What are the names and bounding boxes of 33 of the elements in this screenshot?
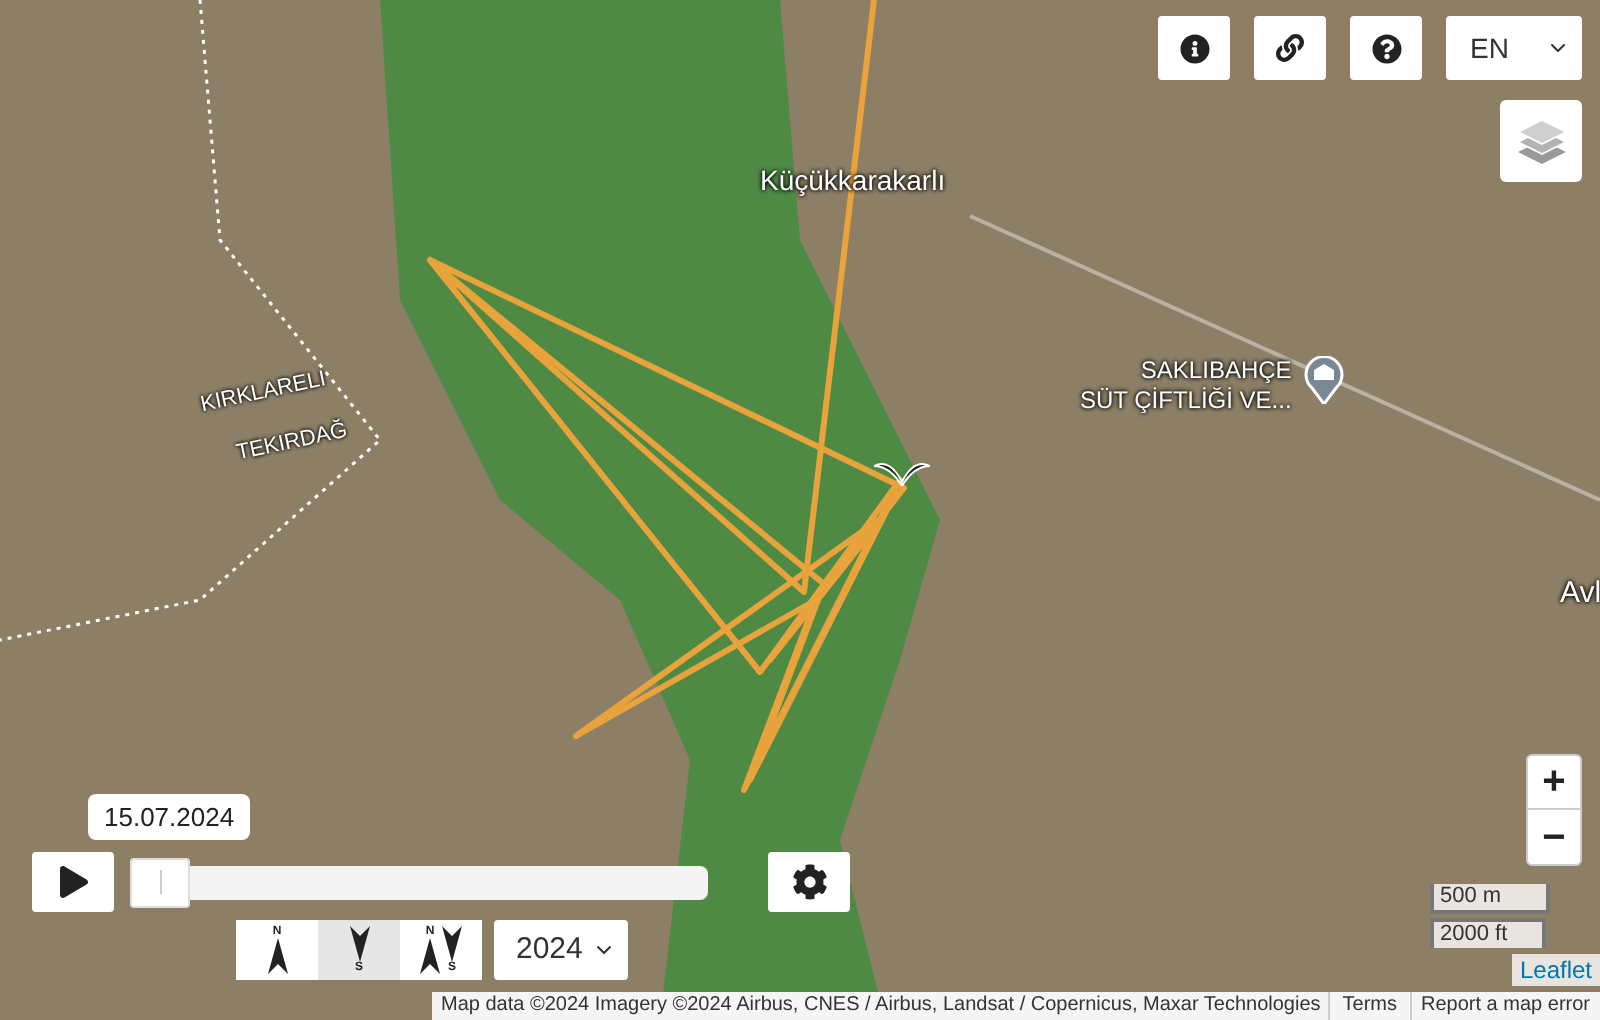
building-pin-icon [1304,356,1344,404]
north-arrow-icon [267,938,287,974]
attribution-text: Map data ©2024 Imagery ©2024 Airbus, CNES / Airbus, Landsat / Copernicus, Maxar Technologies [438,992,1323,1020]
terms-link[interactable]: Terms [1328,992,1410,1020]
help-button[interactable] [1350,16,1422,80]
zoom-out-button[interactable]: − [1528,810,1580,864]
metric-scale: 500 m [1430,884,1550,914]
play-button[interactable] [32,852,114,912]
info-button[interactable] [1158,16,1230,80]
layers-button[interactable] [1500,100,1582,182]
language-select[interactable]: EN [1446,16,1582,80]
leaflet-link[interactable]: Leaflet [1511,954,1600,986]
report-error-link[interactable]: Report a map error [1409,992,1600,1020]
zoom-in-button[interactable]: + [1528,756,1580,810]
play-icon [59,866,87,898]
settings-button[interactable] [768,852,850,912]
info-icon [1179,33,1209,63]
south-arrow-icon [349,926,369,962]
bird-marker-icon [874,458,930,486]
north-arrow-icon [420,938,440,974]
settings-icon [791,864,827,900]
timeline-slider[interactable] [130,857,708,907]
layers-icon [1515,115,1567,167]
south-arrow-icon [442,926,462,962]
year-select[interactable]: 2024 [494,920,628,980]
slider-handle[interactable] [130,857,190,907]
map-label: Avl [1560,576,1600,614]
map-label: SAKLIBAHÇE SÜT ÇİFTLİĞİ VE... [1080,356,1292,416]
link-button[interactable] [1254,16,1326,80]
help-icon [1371,33,1401,63]
date-tooltip: 15.07.2024 [88,793,251,840]
link-icon [1276,34,1304,62]
imperial-scale: 2000 ft [1430,918,1546,948]
